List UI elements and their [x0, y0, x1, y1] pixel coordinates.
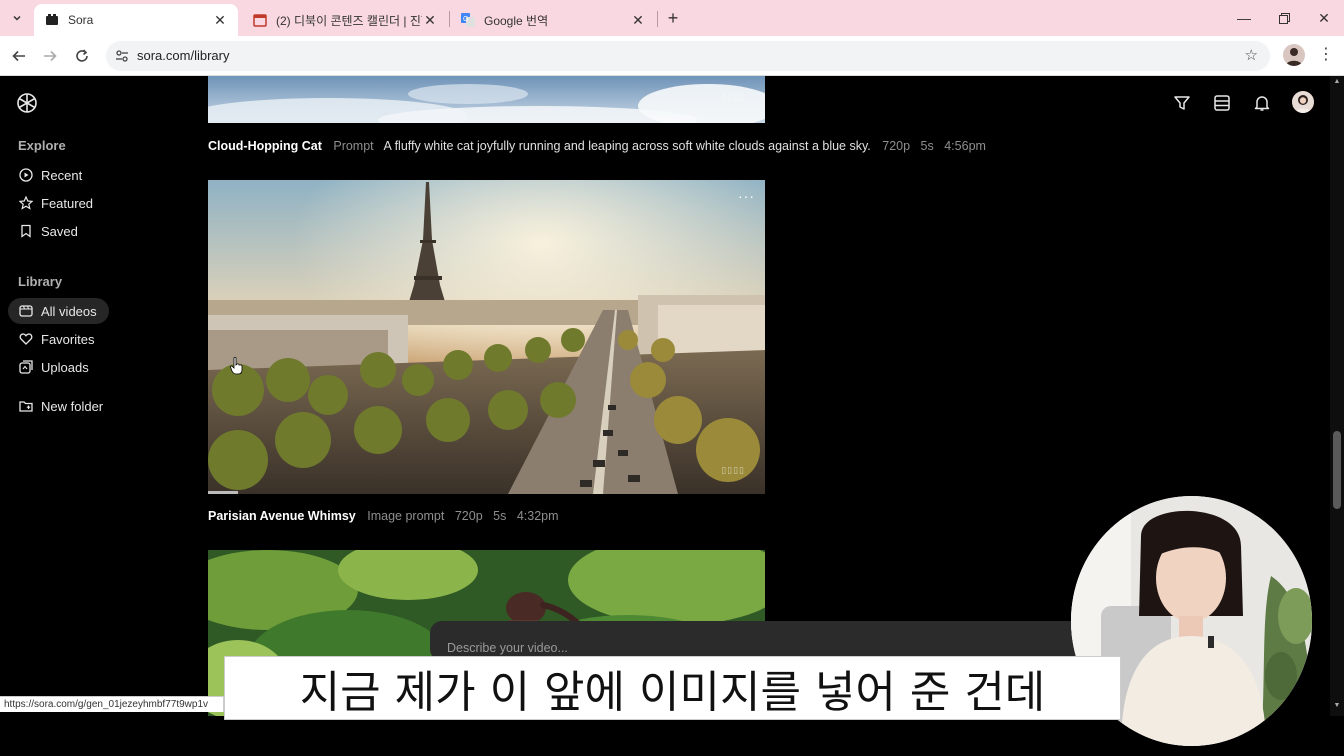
hand-cursor-icon — [230, 356, 244, 375]
video-duration: 5s — [493, 509, 507, 523]
sidebar-item-label: Recent — [41, 167, 83, 183]
videos-icon — [18, 303, 34, 319]
close-window-button[interactable]: ✕ — [1304, 0, 1344, 36]
prompt-placeholder: Describe your video... — [447, 641, 568, 655]
video-time: 4:32pm — [516, 509, 559, 523]
video-caption-cloud-cat: Cloud-Hopping Cat Prompt A fluffy white … — [208, 139, 993, 153]
video-resolution: 720p — [882, 139, 911, 153]
address-bar[interactable]: sora.com/library ☆ — [106, 41, 1270, 71]
new-tab-button[interactable]: + — [662, 7, 684, 29]
back-button[interactable] — [7, 44, 31, 68]
svg-text:G: G — [463, 16, 468, 23]
scrollbar-thumb[interactable] — [1333, 431, 1341, 509]
new-folder-icon — [18, 398, 34, 414]
tab-google-translate[interactable]: G Google 번역 ✕ — [450, 4, 656, 36]
video-resolution: 720p — [454, 509, 483, 523]
sidebar-item-recent[interactable]: Recent — [8, 162, 109, 188]
describe-video-input[interactable]: Describe your video... — [430, 621, 1090, 661]
video-watermark: ▯▯▯▯ — [721, 92, 745, 102]
sidebar-item-all-videos[interactable]: All videos — [8, 298, 109, 324]
user-avatar[interactable] — [1292, 91, 1314, 113]
forward-button[interactable] — [38, 44, 62, 68]
sidebar-item-featured[interactable]: Featured — [8, 190, 109, 216]
reload-button[interactable] — [70, 44, 94, 68]
sora-favicon-icon — [44, 12, 60, 28]
calendar-favicon-icon — [252, 12, 268, 28]
site-settings-icon[interactable] — [114, 48, 130, 64]
sidebar-item-label: Saved — [41, 223, 78, 239]
sora-app: Explore Recent Featured Saved Library Al… — [0, 76, 1344, 756]
chrome-menu-icon[interactable]: ⋮ — [1318, 44, 1334, 68]
recent-icon — [18, 167, 34, 183]
sidebar-item-label: Favorites — [41, 331, 95, 347]
sidebar-item-favorites[interactable]: Favorites — [8, 326, 109, 352]
new-folder-button[interactable]: New folder — [8, 393, 109, 419]
video-time: 4:56pm — [944, 139, 986, 153]
video-thumbnail-cloud-cat[interactable]: ▯▯▯▯ — [208, 76, 765, 123]
video-duration: 5s — [920, 139, 934, 153]
tab-title: Google 번역 — [484, 13, 549, 28]
video-caption-parisian-avenue: Parisian Avenue Whimsy Image prompt 720p… — [208, 509, 566, 523]
video-prompt: A fluffy white cat joyfully running and … — [383, 139, 871, 153]
browser-tab-bar: Sora ✕ (2) 디북이 콘텐즈 캘린더 | 진행 ✕ G Google 번… — [0, 0, 1344, 36]
scrollbar-track[interactable] — [1330, 76, 1344, 716]
video-thumbnail-parisian-avenue[interactable]: ··· ▯▯▯▯ — [208, 180, 765, 494]
close-tab-icon[interactable]: ✕ — [630, 12, 646, 29]
filter-icon[interactable] — [1171, 92, 1193, 114]
google-translate-favicon-icon: G — [460, 12, 476, 28]
explore-heading: Explore — [18, 138, 66, 153]
openai-logo-icon[interactable] — [15, 91, 39, 115]
scroll-up-arrow-icon[interactable]: ▲ — [1332, 78, 1342, 85]
sidebar-item-label: New folder — [41, 398, 104, 414]
status-bar-url: https://sora.com/g/gen_01jezeyhmbf77t9wp… — [0, 696, 224, 712]
tab-separator — [657, 11, 658, 27]
heart-icon — [18, 331, 34, 347]
uploads-icon — [18, 359, 34, 375]
video-title[interactable]: Cloud-Hopping Cat — [208, 139, 322, 153]
video-type: Prompt — [333, 139, 374, 153]
browser-toolbar: sora.com/library ☆ ⋮ — [0, 36, 1344, 76]
notifications-bell-icon[interactable] — [1251, 92, 1273, 114]
video-subtitle-caption: 지금 제가 이 앞에 이미지를 넣어 준 건데 — [224, 656, 1121, 720]
layout-list-icon[interactable] — [1211, 92, 1233, 114]
video-watermark: ▯▯▯▯ — [721, 465, 745, 475]
video-title[interactable]: Parisian Avenue Whimsy — [208, 509, 356, 523]
video-type: Image prompt — [367, 509, 445, 523]
library-heading: Library — [18, 274, 63, 289]
restore-button[interactable] — [1264, 0, 1304, 36]
sidebar-item-uploads[interactable]: Uploads — [8, 354, 109, 380]
url-text: sora.com/library — [137, 48, 230, 63]
minimize-button[interactable]: — — [1224, 0, 1264, 36]
video-progress-bar[interactable] — [208, 491, 238, 494]
sidebar-item-label: Featured — [41, 195, 94, 211]
tab-sora[interactable]: Sora ✕ — [34, 4, 238, 36]
bookmark-icon — [18, 223, 34, 239]
tab-title: Sora — [68, 13, 94, 27]
tab-search-chevron-icon[interactable] — [6, 7, 28, 29]
bookmark-star-icon[interactable]: ☆ — [1245, 46, 1258, 64]
scroll-down-arrow-icon[interactable]: ▼ — [1332, 702, 1342, 709]
sidebar-item-saved[interactable]: Saved — [8, 218, 109, 244]
sidebar-item-label: Uploads — [41, 359, 89, 375]
close-tab-icon[interactable]: ✕ — [212, 12, 228, 29]
star-icon — [18, 195, 34, 211]
tab-calendar[interactable]: (2) 디북이 콘텐즈 캘린더 | 진행 ✕ — [242, 4, 448, 36]
video-more-options-icon[interactable]: ··· — [738, 188, 755, 204]
tab-title: (2) 디북이 콘텐즈 캘린더 | 진행 — [276, 13, 422, 28]
close-tab-icon[interactable]: ✕ — [422, 12, 438, 29]
chrome-profile-avatar[interactable] — [1283, 44, 1305, 66]
sidebar-item-label: All videos — [41, 303, 97, 319]
